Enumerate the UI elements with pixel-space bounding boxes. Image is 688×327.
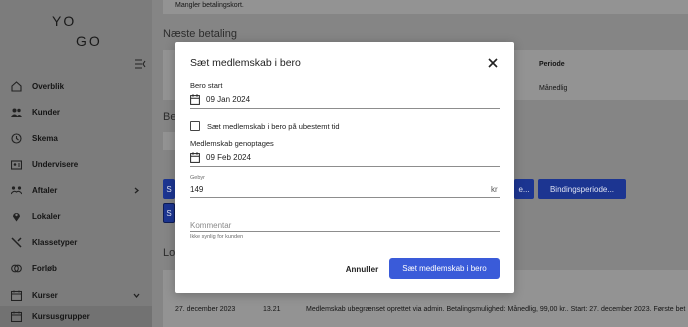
logo-line-2: GO bbox=[76, 33, 102, 49]
bero-start-value: 09 Jan 2024 bbox=[206, 95, 251, 104]
calendar-icon[interactable] bbox=[190, 94, 200, 105]
resume-date-field[interactable]: 09 Feb 2024 bbox=[190, 151, 500, 165]
sidebar-item-kursusgrupper[interactable]: Kursusgrupper bbox=[0, 306, 152, 327]
divider bbox=[190, 197, 500, 198]
bero-start-field[interactable]: 09 Jan 2024 bbox=[190, 93, 500, 107]
sidebar-item-undervisere[interactable]: Undervisere bbox=[0, 151, 152, 177]
fee-input[interactable]: 149 bbox=[190, 185, 203, 194]
sidebar-item-label: Aftaler bbox=[32, 185, 58, 195]
sidebar-item-label: Undervisere bbox=[32, 159, 79, 169]
sidebar-item-kurser[interactable]: Kurser bbox=[0, 282, 152, 308]
pause-membership-dialog: Sæt medlemskab i bero Bero start 09 Jan … bbox=[175, 42, 514, 293]
handshake-icon bbox=[11, 185, 22, 194]
sidebar-item-label: Kunder bbox=[32, 107, 60, 117]
log-heading: Lo bbox=[163, 247, 176, 259]
partial-button-1[interactable]: S bbox=[163, 179, 175, 199]
indefinite-checkbox-label[interactable]: Sæt medlemskab i bero på ubestemt tid bbox=[207, 122, 340, 131]
log-text: Medlemskab ubegrænset oprettet via admin… bbox=[306, 306, 686, 313]
close-icon[interactable] bbox=[487, 57, 499, 69]
payment-status-card: Mangler betalingskort. bbox=[163, 0, 688, 14]
table-row: 27. december 2023 13.21 Medlemskab ubegr… bbox=[163, 300, 688, 320]
partial-card bbox=[163, 132, 175, 150]
logo-line-1: YO bbox=[52, 13, 77, 29]
resume-date-value: 09 Feb 2024 bbox=[206, 153, 251, 162]
sidebar-item-label: Skema bbox=[32, 133, 58, 143]
sidebar-item-label: Kursusgrupper bbox=[32, 312, 90, 321]
fee-unit: kr bbox=[491, 185, 498, 194]
cancel-button[interactable]: Annuller bbox=[341, 259, 383, 279]
sidebar-item-kunder[interactable]: Kunder bbox=[0, 99, 152, 125]
payment-missing-text: Mangler betalingskort. bbox=[175, 2, 244, 9]
sidebar-item-forlob[interactable]: Forløb bbox=[0, 255, 152, 281]
clock-icon bbox=[11, 132, 22, 144]
partial-button-2[interactable]: S bbox=[163, 203, 175, 223]
home-icon bbox=[11, 80, 22, 92]
calendar-icon[interactable] bbox=[190, 152, 200, 163]
comment-input[interactable] bbox=[190, 218, 500, 232]
sidebar-item-label: Klassetyper bbox=[32, 237, 78, 247]
sidebar-item-aftaler[interactable]: Aftaler bbox=[0, 177, 152, 203]
divider bbox=[190, 166, 500, 167]
sidebar-item-skema[interactable]: Skema bbox=[0, 125, 152, 151]
log-time: 13.21 bbox=[263, 306, 281, 313]
sidebar-item-klassetyper[interactable]: Klassetyper bbox=[0, 229, 152, 255]
pause-membership-button[interactable]: Sæt medlemskab i bero bbox=[389, 258, 500, 279]
collapse-menu-icon[interactable] bbox=[135, 59, 146, 69]
users-icon bbox=[11, 108, 22, 117]
next-payment-heading: Næste betaling bbox=[163, 28, 237, 40]
calendar-icon bbox=[11, 290, 22, 301]
fee-label: Gebyr bbox=[190, 175, 205, 181]
period-value: Månedlig bbox=[539, 85, 568, 92]
sidebar: YO GO Overblik Kunder Skema Undervisere … bbox=[0, 0, 152, 327]
id-card-icon bbox=[11, 159, 22, 170]
bero-start-label: Bero start bbox=[190, 81, 223, 90]
tools-icon bbox=[11, 236, 22, 248]
sidebar-item-label: Overblik bbox=[32, 81, 65, 91]
divider bbox=[190, 108, 500, 109]
calendar-icon bbox=[11, 311, 22, 322]
comment-hint: Ikke synlig for kunden bbox=[190, 234, 244, 240]
sidebar-item-label: Forløb bbox=[32, 263, 57, 273]
binding-period-button[interactable]: Bindingsperiode... bbox=[538, 179, 626, 199]
sidebar-item-label: Kurser bbox=[32, 290, 58, 300]
rings-icon bbox=[11, 264, 22, 272]
chevron-down-icon bbox=[133, 293, 140, 298]
chevron-right-icon bbox=[134, 187, 140, 193]
log-date: 27. december 2023 bbox=[175, 306, 236, 313]
app-logo: YO GO bbox=[52, 11, 102, 51]
partial-button-3[interactable]: e... bbox=[514, 179, 534, 199]
sidebar-item-label: Lokaler bbox=[32, 211, 61, 221]
divider bbox=[190, 231, 500, 232]
period-column-header: Periode bbox=[539, 61, 565, 68]
dialog-title: Sæt medlemskab i bero bbox=[190, 57, 301, 69]
location-pin-icon bbox=[13, 212, 20, 221]
sidebar-item-overblik[interactable]: Overblik bbox=[0, 73, 152, 99]
sidebar-item-lokaler[interactable]: Lokaler bbox=[0, 203, 152, 229]
indefinite-checkbox[interactable] bbox=[190, 121, 200, 131]
resume-label: Medlemskab genoptages bbox=[190, 139, 274, 148]
